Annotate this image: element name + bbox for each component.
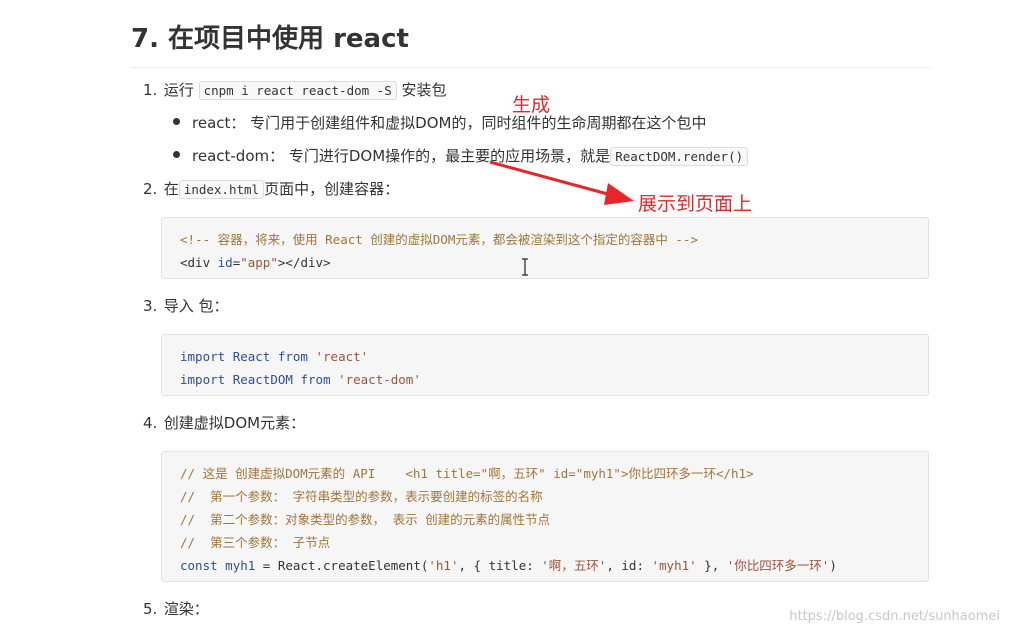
inline-code: ReactDOM.render(): [610, 147, 749, 166]
code-attr: id: [217, 255, 233, 270]
code-keyword: import: [180, 372, 226, 387]
bullet-text: react-dom： 专门进行DOM操作的，最主要的应用场景，就是: [192, 147, 611, 165]
inline-code: index.html: [178, 180, 265, 199]
bullet-dot: [173, 118, 180, 125]
step-text: 运行: [163, 81, 194, 99]
code-string: 'myh1': [651, 558, 697, 573]
step-text: 页面中，创建容器：: [264, 180, 400, 198]
step-number: 3.: [143, 297, 158, 315]
code-comment: // 第一个参数： 字符串类型的参数，表示要创建的标签的名称: [180, 489, 543, 504]
section-heading: 7. 在项目中使用 react: [131, 18, 931, 68]
code-keyword: from: [277, 349, 308, 364]
step-4: 4. 创建虚拟DOM元素：: [143, 412, 305, 434]
step-3: 3. 导入 包：: [143, 295, 229, 317]
code-text: },: [696, 558, 727, 573]
watermark: https://blog.csdn.net/sunhaomei: [789, 609, 1000, 624]
code-keyword: import: [180, 349, 226, 364]
code-comment: // 第三个参数： 子节点: [180, 535, 331, 550]
code-tag: ></div>: [277, 255, 331, 270]
code-block-imports: import React from 'react' import ReactDO…: [161, 334, 929, 396]
step-2: 2. 在 index.html 页面中，创建容器：: [143, 178, 399, 201]
step-number: 1.: [143, 81, 158, 99]
code-tag: <div: [180, 255, 218, 270]
code-identifier: ReactDOM: [232, 372, 293, 387]
code-string: "app": [240, 255, 278, 270]
code-comment: <!-- 容器，将来，使用 React 创建的虚拟DOM元素，都会被渲染到这个指…: [180, 232, 698, 247]
bullet-text: react： 专门用于创建组件和虚拟DOM的，同时组件的生命周期都在这个包中: [192, 114, 707, 132]
code-comment: // 第二个参数：对象类型的参数， 表示 创建的元素的属性节点: [180, 512, 551, 527]
step-text: 安装包: [401, 81, 447, 99]
code-block-create-element: // 这是 创建虚拟DOM元素的 API <h1 title="啊，五环" id…: [161, 451, 929, 582]
code-keyword: from: [300, 372, 331, 387]
step-number: 5.: [143, 600, 158, 618]
code-text: = React.createElement(: [255, 558, 429, 573]
code-string: 'react': [315, 349, 369, 364]
arrow-head: [604, 183, 634, 205]
code-identifier: React: [232, 349, 271, 364]
inline-code: cnpm i react react-dom -S: [198, 81, 397, 100]
step-5: 5. 渲染：: [143, 598, 209, 620]
code-comment: // 这是 创建虚拟DOM元素的 API <h1 title="啊，五环" id…: [180, 466, 754, 481]
code-keyword: const: [180, 558, 218, 573]
step-number: 4.: [143, 414, 158, 432]
code-variable: myh1: [225, 558, 256, 573]
code-text: , id:: [606, 558, 652, 573]
code-text: ): [829, 558, 837, 573]
step-text: 导入 包：: [163, 297, 229, 315]
code-block-container: <!-- 容器，将来，使用 React 创建的虚拟DOM元素，都会被渲染到这个指…: [161, 217, 929, 279]
step-text: 在: [163, 180, 179, 198]
step-text: 渲染：: [163, 600, 209, 618]
code-string: '啊，五环': [541, 558, 607, 573]
bullet-react: react： 专门用于创建组件和虚拟DOM的，同时组件的生命周期都在这个包中: [173, 112, 706, 134]
annotation-generate: 生成: [512, 94, 551, 116]
step-1: 1. 运行 cnpm i react react-dom -S 安装包: [143, 79, 447, 102]
bullet-react-dom: react-dom： 专门进行DOM操作的，最主要的应用场景，就是 ReactDO…: [173, 145, 749, 168]
text-cursor-icon: [522, 258, 528, 276]
code-string: 'h1': [428, 558, 459, 573]
code-string: '你比四环多一环': [726, 558, 830, 573]
bullet-dot: [173, 151, 180, 158]
step-text: 创建虚拟DOM元素：: [163, 414, 306, 432]
step-number: 2.: [143, 180, 158, 198]
code-string: 'react-dom': [338, 372, 421, 387]
code-text: , { title:: [458, 558, 542, 573]
annotation-render-to-page: 展示到页面上: [638, 193, 753, 215]
